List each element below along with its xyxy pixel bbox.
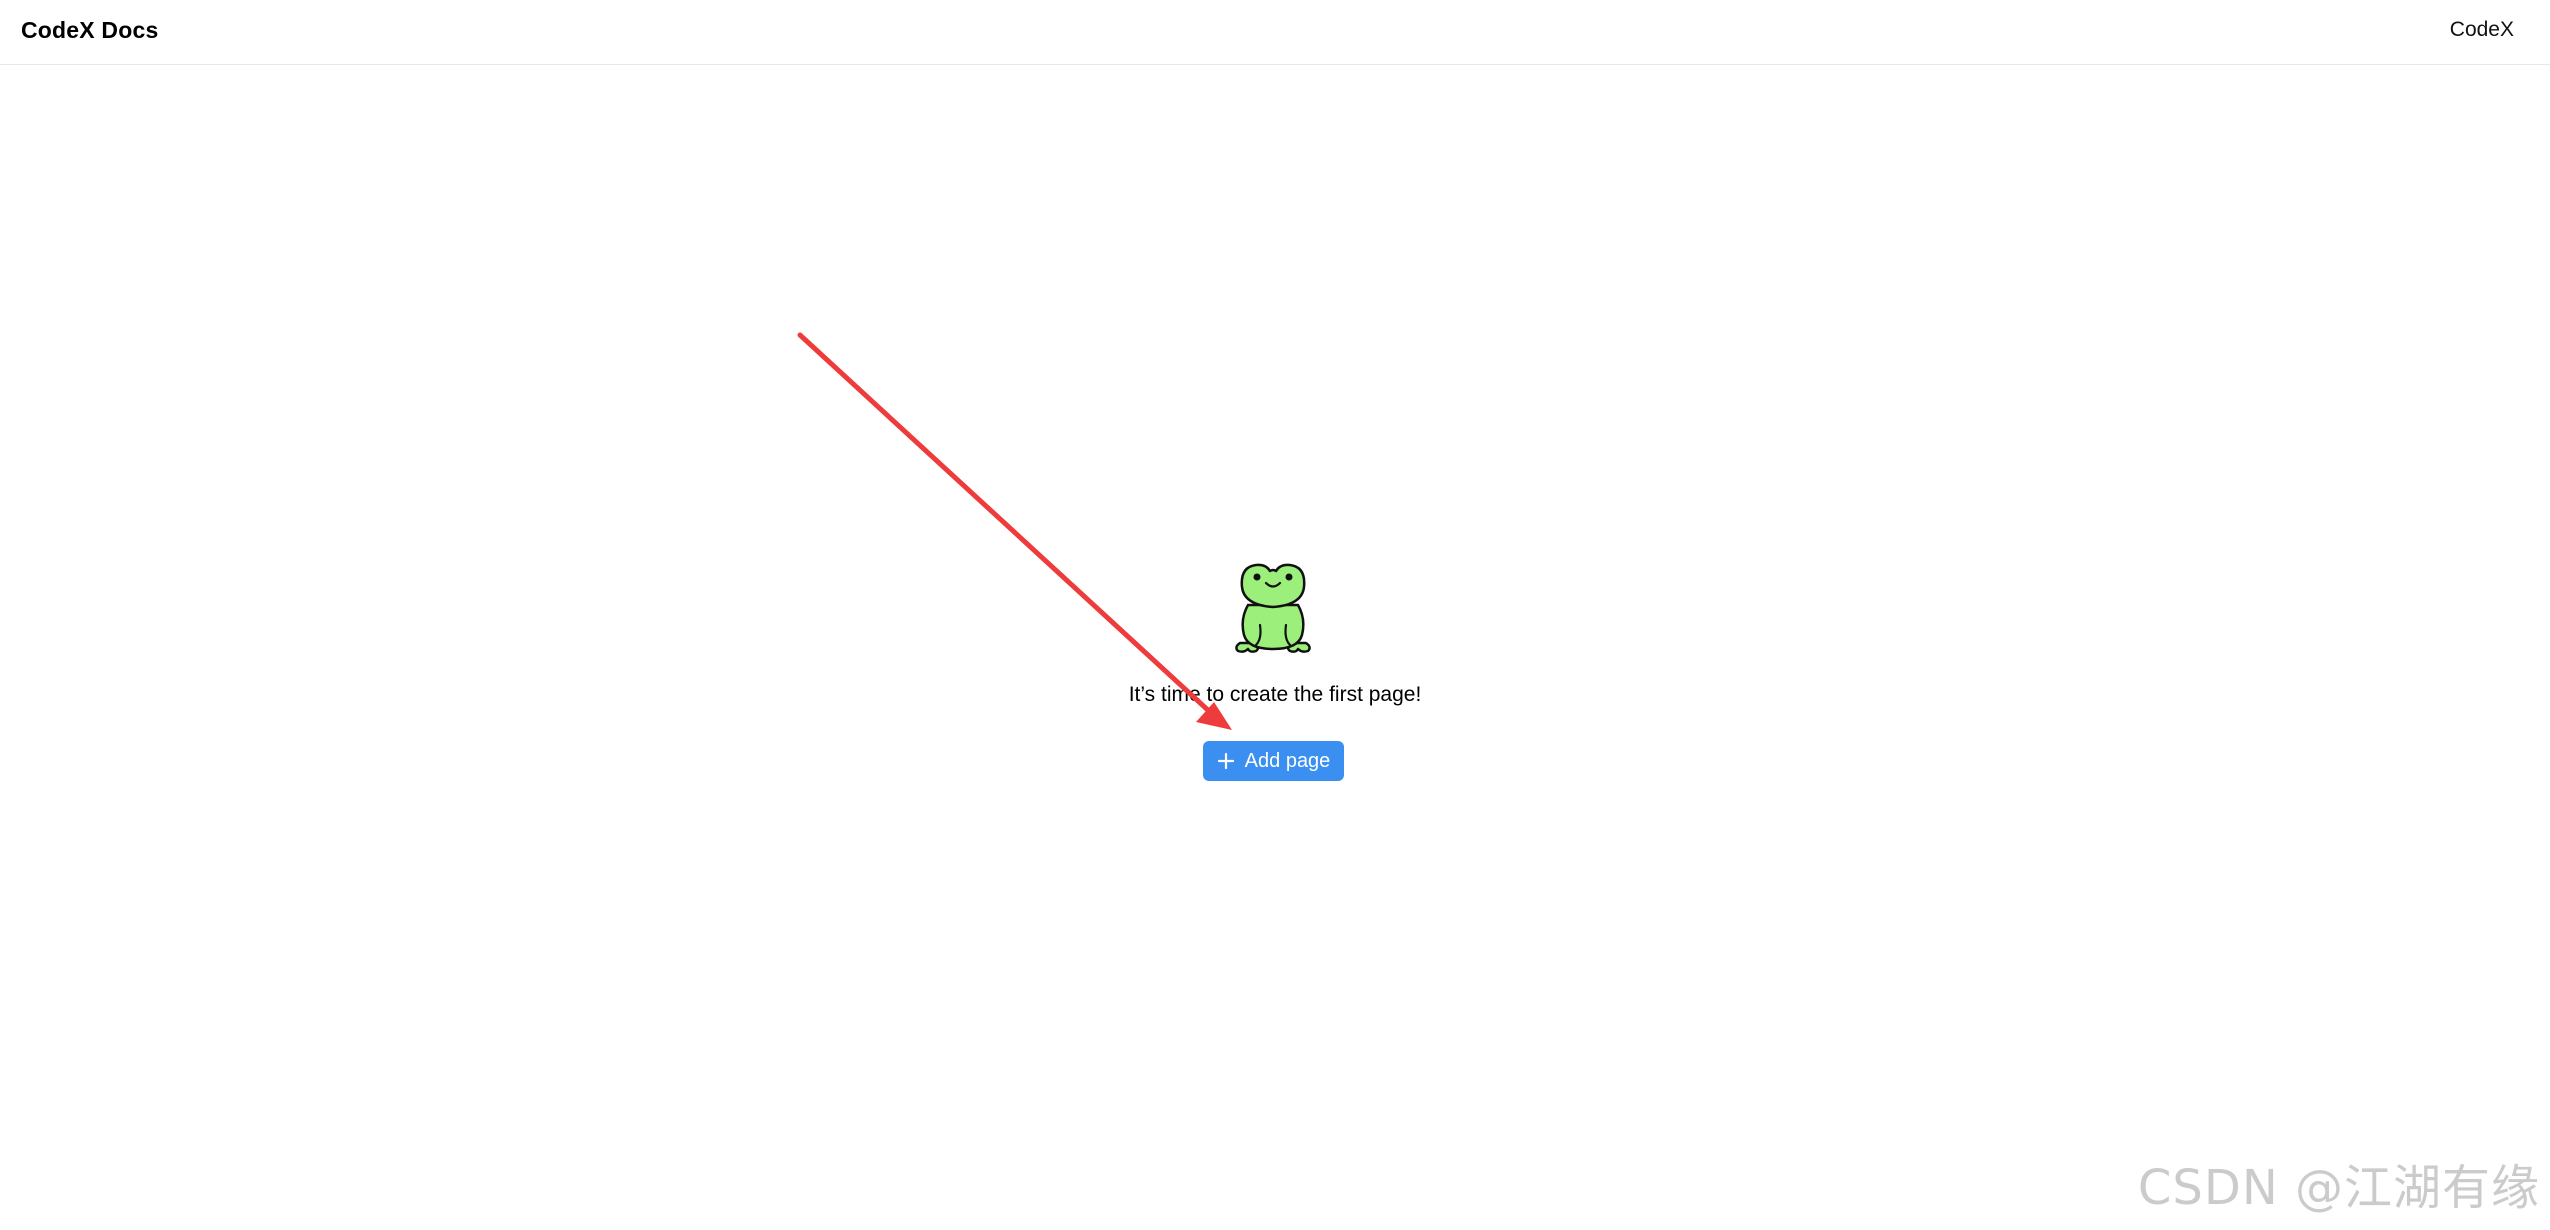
header-codex-link[interactable]: CodeX <box>2450 18 2514 42</box>
add-page-button[interactable]: Add page <box>1203 741 1344 781</box>
watermark: CSDN @江湖有缘 <box>2137 1160 2540 1216</box>
add-page-button-label: Add page <box>1244 749 1331 772</box>
brand-logo-text[interactable]: CodeX Docs <box>21 17 158 44</box>
frog-icon <box>1235 563 1311 653</box>
plus-icon <box>1217 752 1234 770</box>
empty-state: It’s time to create the first page! Add … <box>0 555 2550 785</box>
top-header: CodeX Docs CodeX <box>0 0 2550 65</box>
empty-state-message: It’s time to create the first page! <box>1128 683 1422 706</box>
